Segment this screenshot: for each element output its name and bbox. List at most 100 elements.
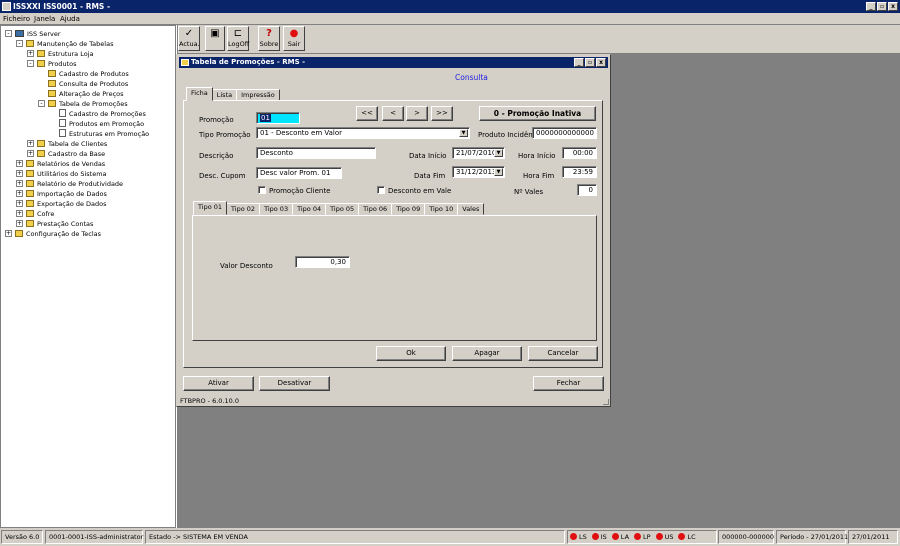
menu-bar: Ficheiro Janela Ajuda	[0, 13, 900, 25]
tree-item[interactable]: Relatórios de Vendas	[26, 159, 105, 169]
expand-icon[interactable]: +	[16, 220, 23, 227]
expand-icon[interactable]: +	[16, 180, 23, 187]
first-record-button[interactable]: <<	[356, 106, 378, 121]
tree-item[interactable]: Estrutura Loja	[37, 49, 94, 59]
menu-ficheiro[interactable]: Ficheiro	[3, 13, 30, 25]
expand-icon[interactable]: +	[16, 200, 23, 207]
tree-item[interactable]: Consulta de Produtos	[48, 79, 128, 89]
expand-icon[interactable]: +	[16, 170, 23, 177]
tree-item-label: Cofre	[37, 210, 55, 218]
tree-item[interactable]: Importação de Dados	[26, 189, 107, 199]
tree-item[interactable]: Tabela de Promoções	[48, 99, 128, 109]
tree-item[interactable]: Produtos	[37, 59, 76, 69]
ok-button[interactable]: Ok	[376, 346, 446, 361]
tab-tipo-09[interactable]: Tipo 09	[391, 203, 426, 215]
tree-item[interactable]: ISS Server	[15, 29, 61, 39]
tab-tipo-10[interactable]: Tipo 10	[424, 203, 459, 215]
desconto-vale-label: Desconto em Vale	[388, 187, 452, 195]
tree-item[interactable]: Tabela de Clientes	[37, 139, 107, 149]
dropdown-arrow-icon[interactable]: ▼	[459, 129, 468, 137]
toolbar: ✓ Actua. ▣ ⊏ LogOff ? Sobre ● Sair	[178, 25, 900, 53]
calendar-dropdown-icon[interactable]: ▼	[494, 149, 503, 157]
tree-item[interactable]: Cadastro de Promoções	[59, 109, 146, 119]
expand-icon[interactable]: +	[27, 150, 34, 157]
tree-item[interactable]: Prestação Contas	[26, 219, 93, 229]
tab-tipo-03[interactable]: Tipo 03	[259, 203, 294, 215]
logoff-button[interactable]: ⊏ LogOff	[227, 26, 249, 51]
logoff-icon: ⊏	[233, 28, 243, 39]
dialog-maximize-button[interactable]: ▫	[585, 58, 595, 67]
produto-incidencia-field[interactable]: 0000000000000	[532, 127, 597, 139]
folder-icon	[48, 80, 56, 87]
desc-cupom-field[interactable]: Desc valor Prom. 01	[256, 167, 342, 179]
expand-icon[interactable]: +	[16, 210, 23, 217]
led-indicator: IS	[591, 533, 607, 541]
window-button[interactable]: ▣	[205, 26, 225, 51]
valor-desconto-field[interactable]: 0,30	[295, 256, 350, 268]
folder-icon	[48, 90, 56, 97]
desativar-button[interactable]: Desativar	[259, 376, 330, 391]
tab-tipo-05[interactable]: Tipo 05	[325, 203, 360, 215]
tree-item-label: Cadastro de Produtos	[59, 70, 129, 78]
sobre-button[interactable]: ? Sobre	[258, 26, 280, 51]
expand-icon[interactable]: +	[27, 50, 34, 57]
tree-item[interactable]: Cofre	[26, 209, 54, 219]
maximize-button[interactable]: ▫	[877, 2, 887, 11]
tree-item[interactable]: Manutenção de Tabelas	[26, 39, 113, 49]
menu-ajuda[interactable]: Ajuda	[60, 13, 80, 25]
tree-item[interactable]: Cadastro da Base	[37, 149, 105, 159]
tree-item[interactable]: Exportação de Dados	[26, 199, 107, 209]
data-inicio-field[interactable]: 21/07/2010 ▼	[452, 147, 505, 159]
tree-item[interactable]: Alteração de Preços	[48, 89, 124, 99]
tab-tipo-06[interactable]: Tipo 06	[358, 203, 393, 215]
prev-record-button[interactable]: <	[382, 106, 404, 121]
tree-item-label: Alteração de Preços	[59, 90, 124, 98]
data-fim-field[interactable]: 31/12/2013 ▼	[452, 166, 505, 178]
tree-item-label: Produtos em Promoção	[69, 120, 145, 128]
tab-tipo-02[interactable]: Tipo 02	[226, 203, 261, 215]
tab-vales[interactable]: Vales	[457, 203, 485, 215]
hora-inicio-field[interactable]: 00:00	[562, 147, 597, 159]
tree-item[interactable]: Relatório de Produtividade	[26, 179, 123, 189]
expand-icon[interactable]: +	[16, 160, 23, 167]
menu-janela[interactable]: Janela	[34, 13, 55, 25]
promocao-cliente-checkbox[interactable]	[258, 186, 266, 194]
tab-tipo-01[interactable]: Tipo 01	[193, 201, 228, 215]
dialog-minimize-button[interactable]: _	[574, 58, 584, 67]
resize-grip-icon[interactable]	[603, 399, 609, 405]
n-vales-field[interactable]: 0	[577, 184, 597, 196]
led-indicators: LS IS LA LP US LC	[567, 530, 717, 544]
desc-cupom-label: Desc. Cupom	[199, 172, 246, 180]
expand-icon[interactable]: +	[5, 230, 12, 237]
actua-button[interactable]: ✓ Actua.	[178, 26, 200, 51]
calendar-dropdown-icon[interactable]: ▼	[494, 168, 503, 176]
tab-ficha[interactable]: Ficha	[186, 87, 213, 101]
tipo-promocao-select[interactable]: 01 - Desconto em Valor ▼	[256, 127, 470, 139]
promocao-field[interactable]: 01	[256, 112, 300, 124]
expand-icon[interactable]: +	[16, 190, 23, 197]
collapse-icon[interactable]: -	[5, 30, 12, 37]
tree-item[interactable]: Configuração de Teclas	[15, 229, 101, 239]
cancelar-button[interactable]: Cancelar	[528, 346, 598, 361]
collapse-icon[interactable]: -	[38, 100, 45, 107]
tree-item[interactable]: Cadastro de Produtos	[48, 69, 129, 79]
fechar-button[interactable]: Fechar	[533, 376, 604, 391]
dialog-close-button[interactable]: x	[596, 58, 606, 67]
apagar-button[interactable]: Apagar	[452, 346, 522, 361]
collapse-icon[interactable]: -	[27, 60, 34, 67]
next-record-button[interactable]: >	[406, 106, 428, 121]
ativar-button[interactable]: Ativar	[183, 376, 254, 391]
expand-icon[interactable]: +	[27, 140, 34, 147]
descricao-field[interactable]: Desconto	[256, 147, 376, 159]
minimize-button[interactable]: _	[866, 2, 876, 11]
tree-item[interactable]: Estruturas em Promoção	[59, 129, 149, 139]
last-record-button[interactable]: >>	[431, 106, 453, 121]
sair-button[interactable]: ● Sair	[283, 26, 305, 51]
close-button[interactable]: x	[888, 2, 898, 11]
tree-item[interactable]: Utilitários do Sistema	[26, 169, 107, 179]
tab-tipo-04[interactable]: Tipo 04	[292, 203, 327, 215]
collapse-icon[interactable]: -	[16, 40, 23, 47]
desconto-vale-checkbox[interactable]	[377, 186, 385, 194]
tree-item[interactable]: Produtos em Promoção	[59, 119, 144, 129]
hora-fim-field[interactable]: 23:59	[562, 166, 597, 178]
